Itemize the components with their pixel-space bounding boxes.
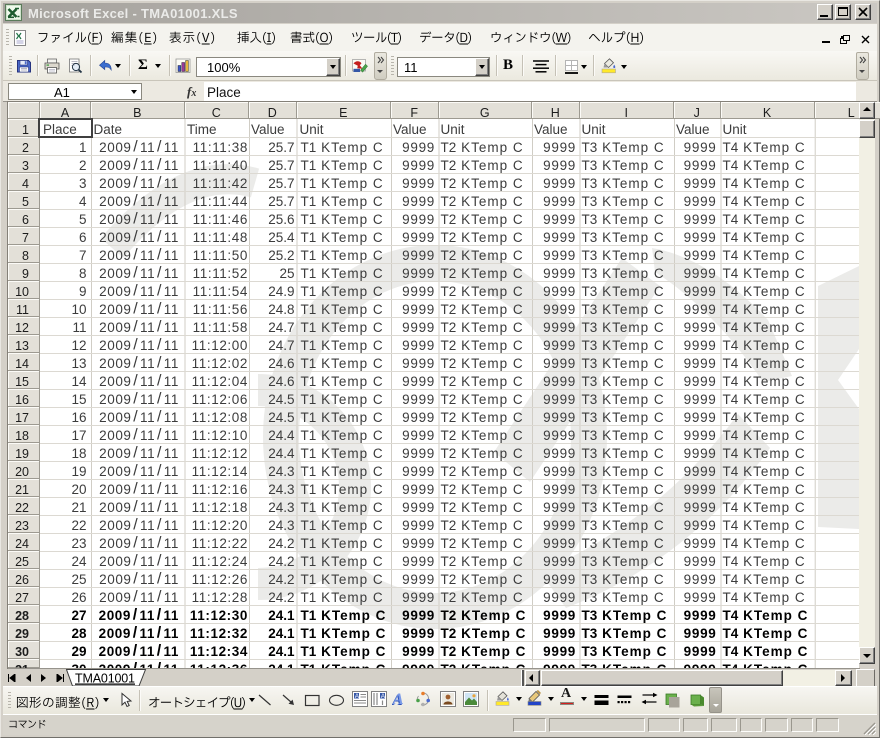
- svg-text:TMA01001: TMA01001: [75, 672, 135, 686]
- svg-text:A: A: [381, 693, 386, 700]
- svg-text:A: A: [355, 693, 360, 700]
- svg-text:A: A: [392, 691, 404, 707]
